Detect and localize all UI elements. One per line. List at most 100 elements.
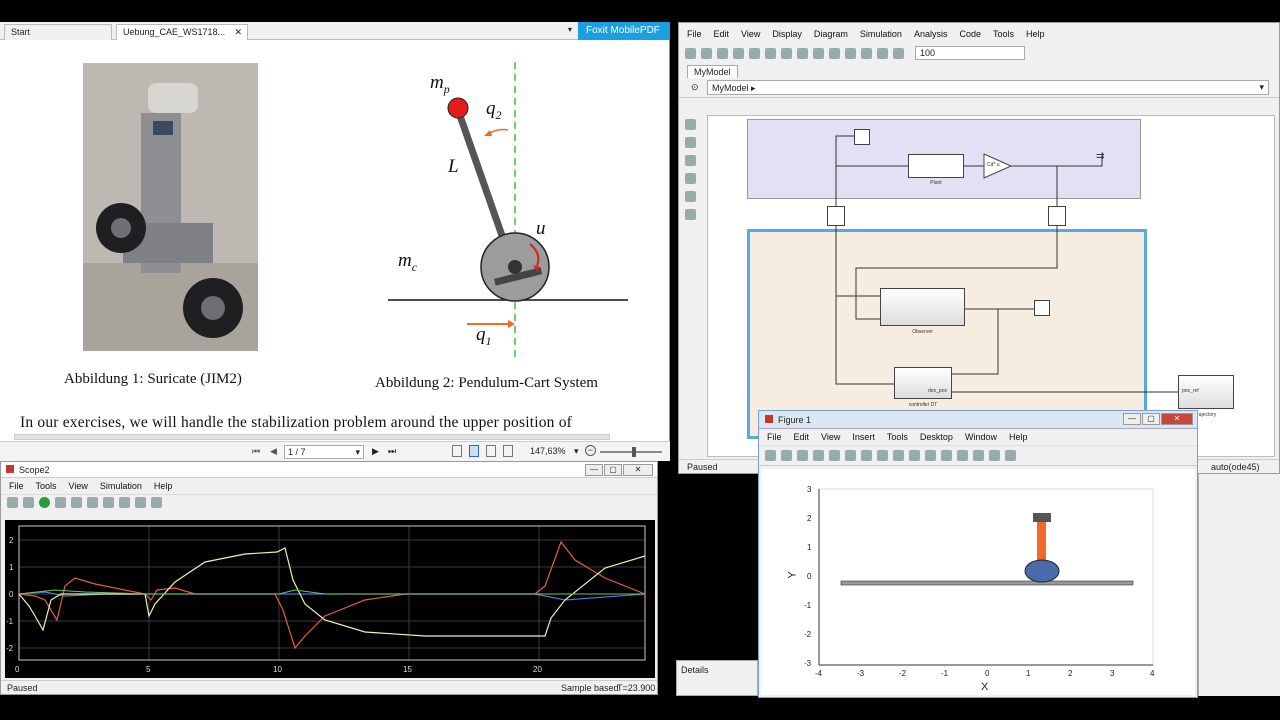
data-cursor-icon[interactable] <box>909 450 920 461</box>
menu-view[interactable]: View <box>741 29 760 39</box>
zoom-slider[interactable] <box>600 447 662 457</box>
model-config-icon[interactable] <box>797 47 808 59</box>
horizontal-scrollbar[interactable] <box>14 434 610 440</box>
foxit-brand-badge[interactable]: Foxit MobilePDF <box>578 22 670 40</box>
controller-block[interactable]: des_pos controller DT <box>894 367 952 408</box>
scope-block[interactable] <box>1034 300 1050 316</box>
minimize-button[interactable]: — <box>585 464 603 476</box>
stop-icon[interactable] <box>71 497 82 508</box>
area-icon[interactable] <box>685 209 696 220</box>
annotation-icon[interactable] <box>685 173 696 184</box>
fit-to-view-icon[interactable] <box>685 137 696 148</box>
zoom-out-icon[interactable]: − <box>585 445 596 456</box>
save-icon[interactable] <box>717 47 728 59</box>
maximize-button[interactable]: ▢ <box>1142 413 1160 425</box>
forward-icon[interactable] <box>749 47 760 59</box>
model-explorer-icon[interactable] <box>813 47 824 59</box>
scope-block[interactable] <box>854 129 870 145</box>
zoom-icon[interactable] <box>103 497 114 508</box>
print-icon[interactable] <box>813 450 824 461</box>
chevron-down-icon[interactable]: ▾ <box>568 25 572 34</box>
menu-insert[interactable]: Insert <box>852 432 875 442</box>
open-icon[interactable] <box>781 450 792 461</box>
model-canvas[interactable]: Plant Cd* u ⇉ Observer des_pos controlle… <box>707 115 1275 457</box>
page-number-field[interactable]: 1 / 7 ▾ <box>284 445 364 459</box>
menu-file[interactable]: File <box>687 29 702 39</box>
menu-window[interactable]: Window <box>965 432 997 442</box>
close-button[interactable]: ✕ <box>623 464 653 476</box>
stop-icon[interactable] <box>877 47 888 59</box>
menu-help[interactable]: Help <box>154 481 173 491</box>
zoom-in-icon[interactable] <box>845 450 856 461</box>
pan-icon[interactable] <box>877 450 888 461</box>
step-forward-icon[interactable] <box>861 47 872 59</box>
back-icon[interactable] <box>733 47 744 59</box>
step-back-icon[interactable] <box>23 497 34 508</box>
figure-plot-area[interactable]: 3 2 1 0 -1 -2 -3 -4 -3 -2 -1 0 1 2 3 4 X… <box>761 469 1195 695</box>
chevron-down-icon[interactable]: ▾ <box>1259 82 1264 93</box>
first-page-icon[interactable]: ⏮ <box>252 446 260 457</box>
open-icon[interactable] <box>701 47 712 59</box>
menu-help[interactable]: Help <box>1009 432 1028 442</box>
highlight-icon[interactable] <box>87 497 98 508</box>
zoom-slider-handle[interactable] <box>632 447 636 457</box>
arrow-icon[interactable] <box>685 155 696 166</box>
autoscale-icon[interactable] <box>119 497 130 508</box>
menu-tools[interactable]: Tools <box>887 432 908 442</box>
single-page-icon[interactable] <box>452 445 462 457</box>
up-icon[interactable] <box>765 47 776 59</box>
menu-desktop[interactable]: Desktop <box>920 432 953 442</box>
menu-file[interactable]: File <box>9 481 24 491</box>
zoom-level[interactable]: 147,63% <box>530 446 566 456</box>
trigger-icon[interactable] <box>135 497 146 508</box>
menu-simulation[interactable]: Simulation <box>100 481 142 491</box>
zoom-menu-chevron-icon[interactable]: ▾ <box>574 446 579 457</box>
brush-icon[interactable] <box>925 450 936 461</box>
facing-page-icon[interactable] <box>486 445 496 457</box>
tab-start[interactable]: Start <box>4 24 112 40</box>
menu-view[interactable]: View <box>69 481 88 491</box>
trajectory-block[interactable]: pos_ref trajectory <box>1178 375 1234 418</box>
new-figure-icon[interactable] <box>765 450 776 461</box>
rate-transition-block[interactable] <box>827 206 845 226</box>
next-page-icon[interactable]: ▶ <box>372 446 379 457</box>
tab-document[interactable]: Uebung_CAE_WS1718... ✕ <box>116 24 248 40</box>
run-icon[interactable] <box>39 497 50 508</box>
menu-display[interactable]: Display <box>772 29 802 39</box>
minimize-button[interactable]: — <box>1123 413 1141 425</box>
chevron-down-icon[interactable]: ▾ <box>355 447 360 458</box>
menu-diagram[interactable]: Diagram <box>814 29 848 39</box>
menu-code[interactable]: Code <box>959 29 981 39</box>
scope-icon[interactable] <box>893 47 904 59</box>
previous-page-icon[interactable]: ◀ <box>270 446 277 457</box>
legend-icon[interactable] <box>973 450 984 461</box>
step-back-icon[interactable] <box>829 47 840 59</box>
stop-time-field[interactable]: 100 <box>915 46 1025 60</box>
hide-browser-icon[interactable]: ⊙ <box>691 82 699 93</box>
menu-help[interactable]: Help <box>1026 29 1045 39</box>
library-icon[interactable] <box>781 47 792 59</box>
pointer-icon[interactable] <box>829 450 840 461</box>
menu-file[interactable]: File <box>767 432 782 442</box>
dock-icon[interactable] <box>1005 450 1016 461</box>
edit-icon[interactable] <box>151 497 162 508</box>
image-icon[interactable] <box>685 191 696 202</box>
rate-transition-block[interactable] <box>1048 206 1066 226</box>
outport-icon[interactable]: ⇉ <box>1096 151 1104 162</box>
new-model-icon[interactable] <box>685 47 696 59</box>
step-forward-icon[interactable] <box>55 497 66 508</box>
menu-view[interactable]: View <box>821 432 840 442</box>
menu-edit[interactable]: Edit <box>714 29 730 39</box>
menu-simulation[interactable]: Simulation <box>860 29 902 39</box>
maximize-button[interactable]: ▢ <box>604 464 622 476</box>
observer-block[interactable]: Observer <box>880 288 965 335</box>
menu-analysis[interactable]: Analysis <box>914 29 948 39</box>
zoom-icon[interactable] <box>685 119 696 130</box>
menu-tools[interactable]: Tools <box>993 29 1014 39</box>
zoom-out-icon[interactable] <box>861 450 872 461</box>
close-icon[interactable]: ✕ <box>234 27 242 38</box>
continuous-facing-icon[interactable] <box>503 445 513 457</box>
menu-tools[interactable]: Tools <box>36 481 57 491</box>
scope-plot-area[interactable]: 2 1 0 -1 -2 0 5 10 15 20 <box>5 520 655 678</box>
settings-icon[interactable] <box>7 497 18 508</box>
